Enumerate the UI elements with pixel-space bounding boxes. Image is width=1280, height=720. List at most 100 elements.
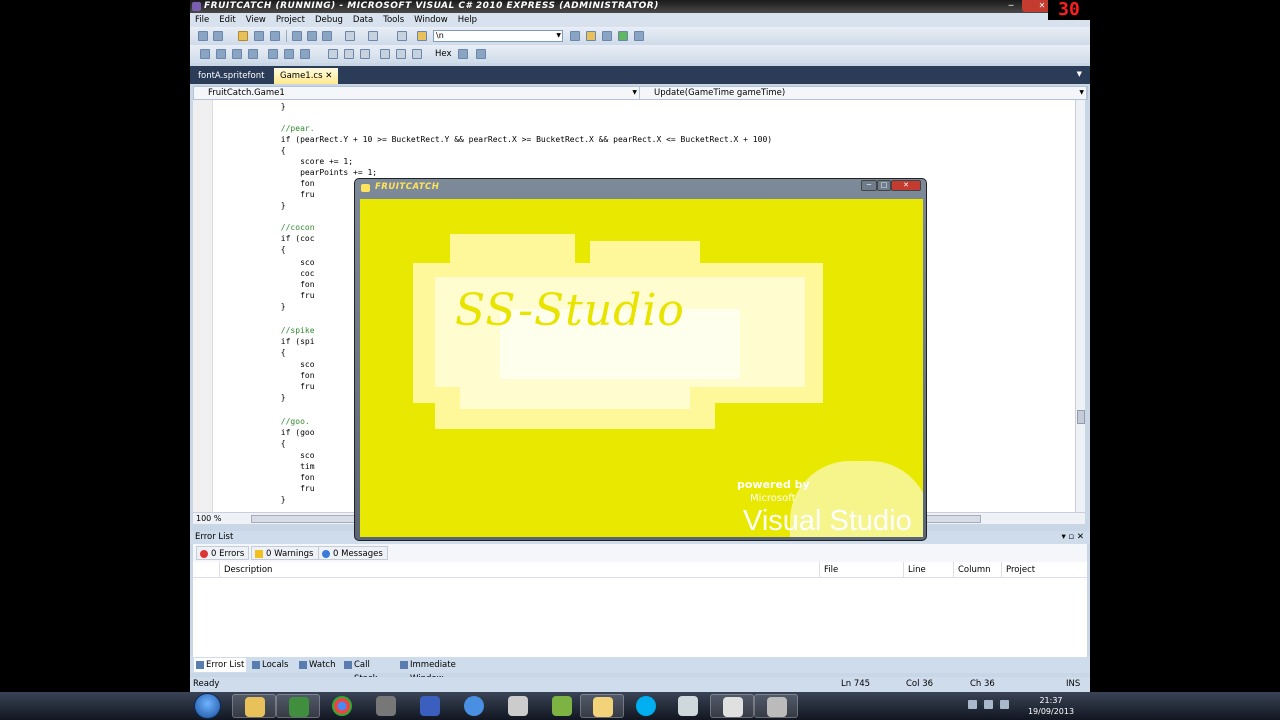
open-file-icon[interactable]: [238, 31, 248, 41]
column-file[interactable]: File: [819, 562, 903, 578]
tab-watch[interactable]: Watch: [297, 658, 337, 672]
taskbar-visual-studio[interactable]: [408, 694, 452, 718]
taskbar-skype[interactable]: [624, 694, 668, 718]
clock[interactable]: 21:37 19/09/2013: [1026, 695, 1076, 717]
taskbar-chrome[interactable]: [320, 694, 364, 718]
solution-explorer-icon[interactable]: [570, 31, 580, 41]
step-out-icon[interactable]: [412, 49, 422, 59]
quick-info-icon[interactable]: [216, 49, 226, 59]
save-icon[interactable]: [254, 31, 264, 41]
member-dropdown[interactable]: Update(GameTime gameTime) ▼: [640, 87, 1087, 99]
copy-icon[interactable]: [307, 31, 317, 41]
toolbox-icon[interactable]: [618, 31, 628, 41]
breakpoints-window-icon[interactable]: [476, 49, 486, 59]
tab-game1-cs[interactable]: Game1.cs ✕: [274, 68, 339, 84]
indent-icon[interactable]: [284, 49, 294, 59]
show-next-statement-icon[interactable]: [458, 49, 468, 59]
vertical-scrollbar[interactable]: [1075, 100, 1085, 512]
object-browser-icon[interactable]: [602, 31, 612, 41]
tab-locals[interactable]: Locals: [250, 658, 290, 672]
find-input[interactable]: \n ▼: [433, 30, 563, 42]
taskbar-unity[interactable]: [496, 694, 540, 718]
game-canvas[interactable]: SS-Studio powered by Microsoft Visual St…: [360, 199, 923, 537]
messages-count: 0 Messages: [333, 549, 383, 559]
tab-error-list[interactable]: Error List: [194, 658, 246, 672]
comment-icon[interactable]: [300, 49, 310, 59]
stop-debug-icon[interactable]: [360, 49, 370, 59]
menu-view[interactable]: View: [241, 13, 271, 27]
title-bar[interactable]: FRUITCATCH (RUNNING) - MICROSOFT VISUAL …: [190, 0, 1090, 13]
menu-help[interactable]: Help: [453, 13, 482, 27]
start-button[interactable]: [194, 693, 221, 719]
taskbar-notepad[interactable]: [666, 694, 710, 718]
properties-icon[interactable]: [586, 31, 596, 41]
menu-window[interactable]: Window: [409, 13, 453, 27]
continue-icon[interactable]: [397, 31, 407, 41]
column-project[interactable]: Project: [1001, 562, 1087, 578]
parameter-info-icon[interactable]: [232, 49, 242, 59]
break-all-icon[interactable]: [344, 49, 354, 59]
paste-icon[interactable]: [322, 31, 332, 41]
document-tabs: fontA.spritefont Game1.cs ✕ ▼: [190, 66, 1090, 84]
new-project-icon[interactable]: [198, 31, 208, 41]
tab-call-stack[interactable]: Call Stack: [342, 658, 396, 684]
column-line[interactable]: Line: [903, 562, 953, 578]
taskbar-csharp-express[interactable]: [276, 694, 320, 718]
messages-filter-button[interactable]: 0 Messages: [318, 546, 388, 560]
start-debug-icon[interactable]: [328, 49, 338, 59]
scrollbar-thumb[interactable]: [1077, 410, 1085, 424]
outdent-icon[interactable]: [268, 49, 278, 59]
menu-tools[interactable]: Tools: [378, 13, 409, 27]
menu-data[interactable]: Data: [348, 13, 378, 27]
word-complete-icon[interactable]: [248, 49, 258, 59]
taskbar-explorer[interactable]: [232, 694, 276, 718]
hex-toggle[interactable]: Hex: [435, 48, 452, 60]
save-all-icon[interactable]: [270, 31, 280, 41]
type-dropdown[interactable]: FruitCatch.Game1 ▼: [194, 87, 640, 99]
minimize-button[interactable]: ─: [861, 180, 877, 191]
step-over-icon[interactable]: [396, 49, 406, 59]
maximize-button[interactable]: □: [877, 180, 891, 191]
menu-project[interactable]: Project: [271, 13, 310, 27]
code-line: sco: [223, 360, 315, 369]
minimize-button[interactable]: ─: [1002, 0, 1020, 12]
info-icon: [322, 550, 330, 558]
menu-file[interactable]: File: [190, 13, 214, 27]
redo-icon[interactable]: [368, 31, 378, 41]
step-into-icon[interactable]: [380, 49, 390, 59]
start-page-icon[interactable]: [634, 31, 644, 41]
tab-immediate-window[interactable]: Immediate Window: [398, 658, 490, 684]
close-tab-icon[interactable]: ✕: [325, 71, 332, 81]
tab-fonta-spritefont[interactable]: fontA.spritefont: [192, 68, 270, 84]
taskbar-android[interactable]: [540, 694, 584, 718]
undo-icon[interactable]: [345, 31, 355, 41]
add-item-icon[interactable]: [213, 31, 223, 41]
close-icon[interactable]: ▾ ▫ ✕: [1061, 531, 1084, 544]
taskbar-itunes[interactable]: [452, 694, 496, 718]
game-window[interactable]: FRUITCATCH ─ □ ✕ SS-Studio powered by Mi…: [354, 178, 927, 541]
code-comment: //goo.: [223, 417, 310, 426]
menu-debug[interactable]: Debug: [310, 13, 348, 27]
close-button[interactable]: ✕: [891, 180, 921, 191]
network-icon[interactable]: [968, 700, 977, 709]
taskbar-installer[interactable]: [710, 694, 754, 718]
find-in-files-icon[interactable]: [417, 31, 427, 41]
warnings-filter-button[interactable]: 0 Warnings: [251, 546, 319, 560]
splash-glow: [590, 241, 700, 281]
cut-icon[interactable]: [292, 31, 302, 41]
taskbar-folder[interactable]: [580, 694, 624, 718]
menu-edit[interactable]: Edit: [214, 13, 240, 27]
type-dropdown-value: FruitCatch.Game1: [208, 88, 285, 98]
column-description[interactable]: Description: [219, 562, 819, 578]
errors-filter-button[interactable]: 0 Errors: [196, 546, 250, 560]
chevron-down-icon[interactable]: ▼: [556, 31, 561, 41]
flag-icon[interactable]: [984, 700, 993, 709]
tab-overflow-icon[interactable]: ▼: [1077, 70, 1082, 78]
volume-icon[interactable]: [1000, 700, 1009, 709]
text-editor-icon[interactable]: [200, 49, 210, 59]
taskbar-gamepad[interactable]: [754, 694, 798, 718]
screen: FRUITCATCH (RUNNING) - MICROSOFT VISUAL …: [0, 0, 1280, 720]
taskbar-game[interactable]: [364, 694, 408, 718]
column-column[interactable]: Column: [953, 562, 1001, 578]
zoom-level[interactable]: 100 %: [196, 513, 221, 525]
